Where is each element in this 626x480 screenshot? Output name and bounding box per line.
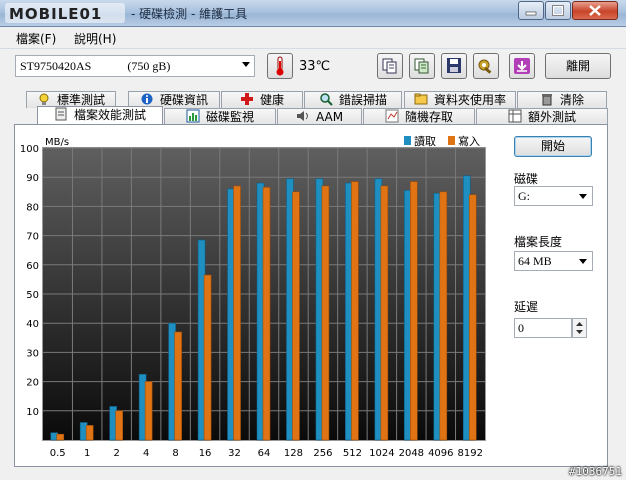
x-tick-label: 128	[284, 448, 303, 459]
x-tick-label: 64	[258, 448, 271, 459]
watermark: #1036751	[569, 465, 622, 478]
x-tick-label: 1	[84, 448, 90, 459]
x-tick-label: 32	[228, 448, 241, 459]
y-tick-label: 70	[26, 232, 39, 243]
y-tick-label: 50	[26, 290, 39, 301]
file-length-select-value: 64 MB	[518, 254, 552, 268]
y-tick-label: 10	[26, 407, 39, 418]
legend-swatch-read	[404, 136, 411, 145]
bar-write	[203, 274, 212, 441]
legend-label-write: 寫入	[458, 134, 480, 148]
bar-write	[410, 181, 418, 441]
disk-select-value: G:	[518, 189, 530, 203]
disk-label: 磁碟	[514, 172, 539, 186]
y-tick-label: 60	[26, 261, 39, 272]
bar-write	[380, 185, 389, 441]
delay-input-value: 0	[518, 321, 524, 335]
x-tick-label: 0.5	[50, 448, 66, 459]
bar-write	[439, 191, 448, 441]
bar-write	[351, 181, 359, 441]
bar-write	[292, 191, 300, 441]
legend-swatch-write	[448, 136, 455, 145]
file-length-select[interactable]: 64 MB	[514, 251, 593, 271]
bar-write	[468, 194, 477, 441]
chevron-down-icon	[579, 259, 587, 264]
y-tick-label: 100	[20, 144, 39, 155]
start-button[interactable]: 開始	[514, 136, 592, 157]
bar-write	[56, 433, 65, 441]
delay-spinner[interactable]	[572, 318, 587, 338]
bar-write	[321, 185, 330, 441]
x-tick-label: 8192	[458, 448, 483, 459]
y-tick-label: 80	[26, 202, 39, 213]
x-tick-label: 1024	[369, 448, 394, 459]
x-tick-label: 4096	[428, 448, 453, 459]
bar-write	[174, 331, 182, 441]
bar-write	[144, 381, 153, 441]
disk-select[interactable]: G:	[514, 186, 593, 206]
x-tick-label: 512	[343, 448, 362, 459]
x-tick-label: 8	[172, 448, 178, 459]
bar-write	[115, 410, 123, 441]
spinner-arrows-icon	[576, 322, 583, 334]
file-length-label: 檔案長度	[514, 235, 563, 249]
y-axis-label: MB/s	[45, 137, 69, 148]
x-tick-label: 4	[143, 448, 149, 459]
y-tick-label: 90	[26, 173, 39, 184]
delay-label: 延遲	[514, 300, 539, 314]
bar-write	[85, 425, 94, 441]
legend-label-read: 讀取	[414, 134, 436, 148]
x-tick-label: 16	[199, 448, 212, 459]
y-tick-label: 40	[26, 319, 39, 330]
delay-input[interactable]: 0	[514, 318, 572, 338]
chevron-down-icon	[579, 194, 587, 199]
x-tick-label: 2	[113, 448, 119, 459]
y-tick-label: 30	[26, 348, 39, 359]
y-tick-label: 20	[26, 378, 39, 389]
x-tick-label: 2048	[399, 448, 424, 459]
bar-write	[262, 187, 271, 441]
x-tick-label: 256	[313, 448, 332, 459]
bar-write	[233, 185, 241, 441]
